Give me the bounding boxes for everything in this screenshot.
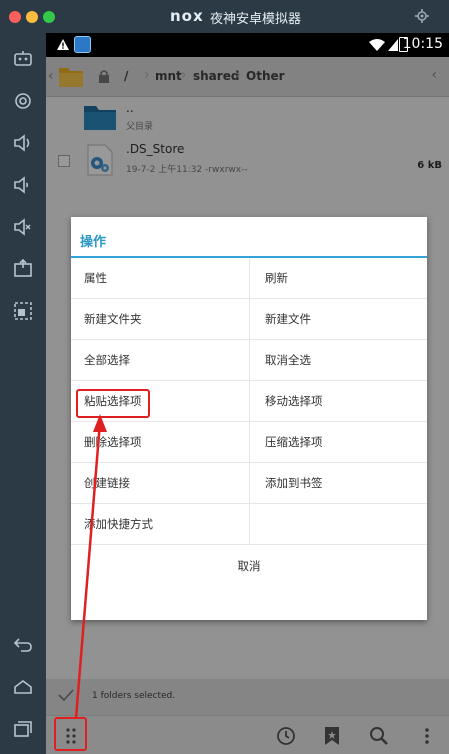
menu-item-select-all[interactable]: 全部选择 xyxy=(71,340,249,381)
menu-item-empty xyxy=(249,504,427,545)
menu-item-new-file[interactable]: 新建文件 xyxy=(249,299,427,340)
menu-item-refresh[interactable]: 刷新 xyxy=(249,258,427,299)
menu-item-properties[interactable]: 属性 xyxy=(71,258,249,299)
settings-gear-icon[interactable] xyxy=(415,9,429,23)
menu-item-deselect-all[interactable]: 取消全选 xyxy=(249,340,427,381)
emulator-titlebar: nox 夜神安卓模拟器 xyxy=(0,0,449,33)
screenshot-icon[interactable] xyxy=(8,255,38,283)
nox-logo: nox xyxy=(170,7,204,25)
multi-window-icon[interactable] xyxy=(8,297,38,325)
menu-item-create-link[interactable]: 创建链接 xyxy=(71,463,249,504)
cancel-button[interactable]: 取消 xyxy=(71,546,427,586)
recent-apps-icon[interactable] xyxy=(8,715,38,743)
back-icon[interactable] xyxy=(8,631,38,659)
menu-item-add-bookmark[interactable]: 添加到书签 xyxy=(249,463,427,504)
wifi-icon xyxy=(369,39,385,51)
signal-icon xyxy=(388,39,398,51)
menu-item-add-shortcut[interactable]: 添加快捷方式 xyxy=(71,504,249,545)
mute-icon[interactable] xyxy=(8,213,38,241)
location-icon[interactable] xyxy=(8,87,38,115)
close-window-button[interactable] xyxy=(9,11,21,23)
highlight-box-paste xyxy=(76,389,150,418)
app-notification-icon xyxy=(74,36,91,53)
volume-down-icon[interactable] xyxy=(8,171,38,199)
maximize-window-button[interactable] xyxy=(43,11,55,23)
menu-item-delete-selection[interactable]: 删除选择项 xyxy=(71,422,249,463)
emulator-sidebar xyxy=(0,33,46,754)
minimize-window-button[interactable] xyxy=(26,11,38,23)
volume-up-icon[interactable] xyxy=(8,129,38,157)
dialog-title: 操作 xyxy=(80,235,107,250)
warning-icon xyxy=(57,39,69,50)
status-bar: 10:15 xyxy=(46,33,449,57)
menu-item-compress-selection[interactable]: 压缩选择项 xyxy=(249,422,427,463)
robot-icon[interactable] xyxy=(8,45,38,73)
menu-item-move-selection[interactable]: 移动选择项 xyxy=(249,381,427,422)
home-icon[interactable] xyxy=(8,673,38,701)
emulator-window: nox 夜神安卓模拟器 10:15 ‹ / › mnt › shared › O… xyxy=(0,0,449,754)
emulator-title: 夜神安卓模拟器 xyxy=(210,12,302,27)
menu-item-new-folder[interactable]: 新建文件夹 xyxy=(71,299,249,340)
highlight-box-menu xyxy=(54,717,87,751)
actions-dialog: 操作 属性 刷新 新建文件夹 新建文件 全部选择 取消全选 粘贴选择项 移动选择… xyxy=(71,217,427,620)
status-time: 10:15 xyxy=(402,36,443,52)
